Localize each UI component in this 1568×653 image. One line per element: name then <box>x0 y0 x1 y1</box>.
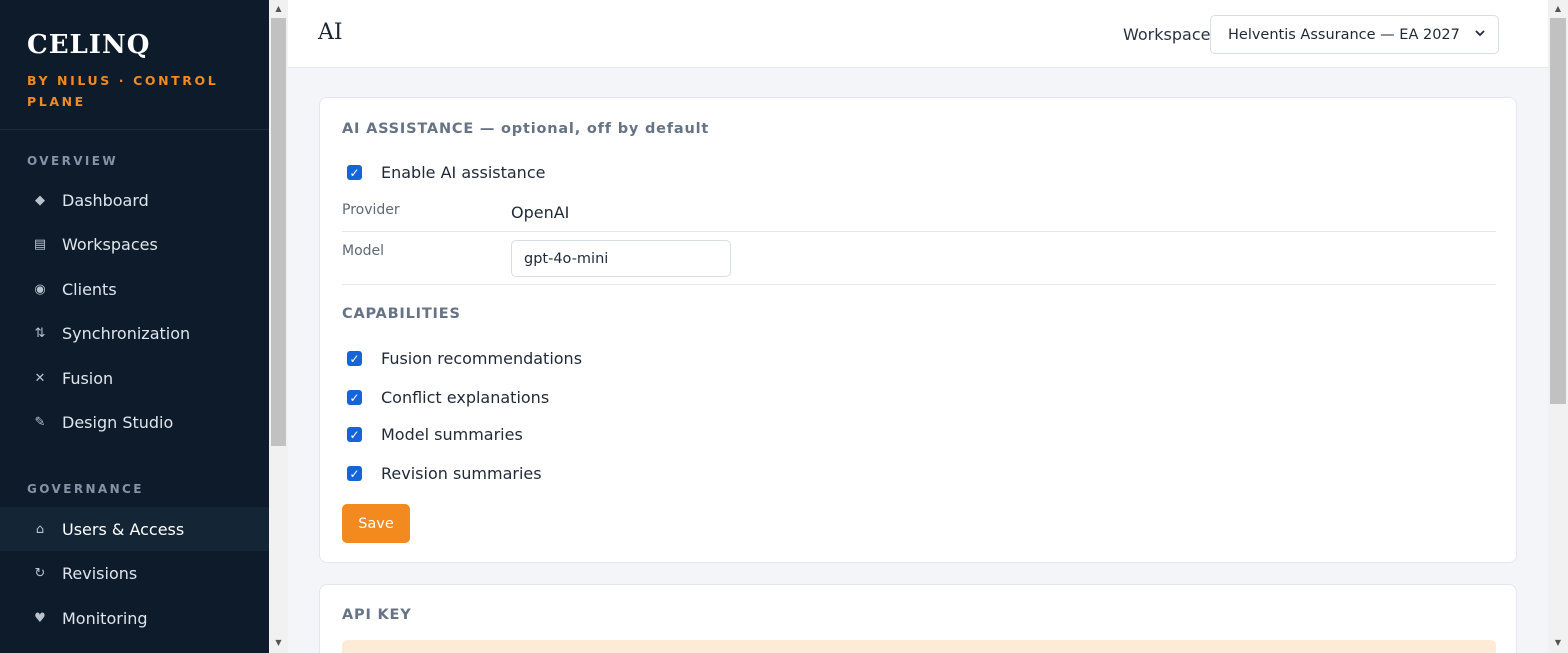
heart-icon: ♥ <box>34 610 46 626</box>
sidebar-item-label: Synchronization <box>62 323 191 343</box>
scroll-down-arrow-icon[interactable]: ▼ <box>269 638 288 647</box>
sidebar-item-label: Revisions <box>62 563 138 583</box>
list-icon: ▤ <box>33 236 47 252</box>
capabilities-title: CAPABILITIES <box>342 306 461 322</box>
conflict-explanations-checkbox[interactable]: ✓ <box>347 390 362 405</box>
page-title: AI <box>318 20 343 45</box>
provider-label: Provider <box>342 202 400 218</box>
nav-section-overview: OVERVIEW <box>27 154 118 168</box>
model-label: Model <box>342 243 385 259</box>
api-key-notice <box>342 640 1496 653</box>
divider <box>342 231 1496 232</box>
model-summaries-checkbox[interactable]: ✓ <box>347 427 362 442</box>
sidebar-item-label: Dashboard <box>62 190 149 210</box>
sidebar-item-users-access[interactable]: ⌂ Users & Access <box>0 507 269 551</box>
enable-ai-row[interactable]: ✓ Enable AI assistance <box>347 163 545 182</box>
page-scroll-thumb[interactable] <box>1550 18 1566 404</box>
circle-icon: ◉ <box>34 281 46 297</box>
provider-value: OpenAI <box>511 203 570 222</box>
home-icon: ⌂ <box>35 521 45 537</box>
brand-subtitle: BY NILUS · CONTROL PLANE <box>27 73 219 109</box>
workspace-select-value: Helventis Assurance — EA 2027 <box>1228 26 1460 43</box>
sidebar-item-fusion[interactable]: ✕ Fusion <box>0 356 269 400</box>
sidebar-item-monitoring[interactable]: ♥ Monitoring <box>0 596 269 640</box>
api-key-card: API KEY <box>319 584 1517 653</box>
fusion-recommendations-checkbox[interactable]: ✓ <box>347 351 362 366</box>
nav-section-governance: GOVERNANCE <box>27 482 144 496</box>
sidebar-item-label: Fusion <box>62 368 114 388</box>
sidebar-scrollbar[interactable]: ▲ ▼ <box>269 0 288 653</box>
diamond-icon: ◆ <box>35 192 45 208</box>
ai-assistance-title: AI ASSISTANCE — optional, off by default <box>342 121 710 137</box>
scroll-up-arrow-icon[interactable]: ▲ <box>269 4 288 13</box>
sidebar-item-label: Monitoring <box>62 608 148 628</box>
ai-assistance-card: AI ASSISTANCE — optional, off by default… <box>319 97 1517 563</box>
api-key-title: API KEY <box>342 607 412 623</box>
sidebar-item-revisions[interactable]: ↻ Revisions <box>0 551 269 595</box>
sidebar-item-label: Users & Access <box>62 519 185 539</box>
sidebar: CELINQ BY NILUS · CONTROL PLANE OVERVIEW… <box>0 0 269 653</box>
sidebar-scroll-thumb[interactable] <box>271 18 286 446</box>
sync-arrows-icon: ⇅ <box>34 325 46 341</box>
workspace-label: Workspace <box>1123 25 1211 44</box>
capability-label: Conflict explanations <box>381 388 550 407</box>
chevron-down-icon <box>1474 27 1486 42</box>
enable-ai-checkbox[interactable]: ✓ <box>347 165 362 180</box>
capability-conflict-explanations[interactable]: ✓ Conflict explanations <box>347 388 549 407</box>
scroll-down-arrow-icon[interactable]: ▼ <box>1548 638 1568 647</box>
sidebar-item-dashboard[interactable]: ◆ Dashboard <box>0 178 269 222</box>
sidebar-item-label: Workspaces <box>62 234 158 254</box>
sidebar-item-label: Design Studio <box>62 412 174 432</box>
sidebar-item-synchronization[interactable]: ⇅ Synchronization <box>0 311 269 355</box>
capability-revision-summaries[interactable]: ✓ Revision summaries <box>347 464 542 483</box>
scroll-up-arrow-icon[interactable]: ▲ <box>1548 4 1568 13</box>
sidebar-item-workspaces[interactable]: ▤ Workspaces <box>0 222 269 266</box>
brand: CELINQ BY NILUS · CONTROL PLANE <box>0 0 269 130</box>
capability-label: Fusion recommendations <box>381 349 583 368</box>
top-bar: AI Workspace Helventis Assurance — EA 20… <box>288 0 1548 68</box>
capability-model-summaries[interactable]: ✓ Model summaries <box>347 425 523 444</box>
save-button[interactable]: Save <box>342 504 410 543</box>
sidebar-item-clients[interactable]: ◉ Clients <box>0 267 269 311</box>
capability-label: Revision summaries <box>381 464 542 483</box>
capability-fusion-recommendations[interactable]: ✓ Fusion recommendations <box>347 349 582 368</box>
refresh-icon: ↻ <box>34 565 46 581</box>
page-scrollbar[interactable]: ▲ ▼ <box>1548 0 1568 653</box>
brand-name: CELINQ <box>27 30 151 60</box>
model-input[interactable] <box>511 240 731 277</box>
divider <box>342 284 1496 285</box>
enable-ai-label: Enable AI assistance <box>381 163 546 182</box>
capability-label: Model summaries <box>381 425 523 444</box>
sidebar-item-label: Clients <box>62 279 117 299</box>
sidebar-item-design-studio[interactable]: ✎ Design Studio <box>0 400 269 444</box>
revision-summaries-checkbox[interactable]: ✓ <box>347 466 362 481</box>
workspace-select[interactable]: Helventis Assurance — EA 2027 <box>1210 15 1499 54</box>
pencil-icon: ✎ <box>34 414 46 430</box>
cross-icon: ✕ <box>34 370 46 386</box>
